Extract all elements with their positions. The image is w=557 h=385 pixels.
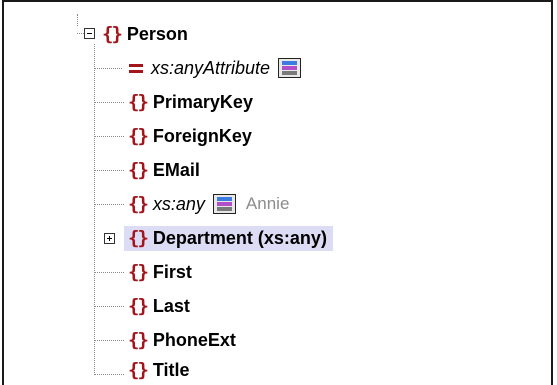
attribute-icon [129, 63, 143, 73]
node-label: Last [152, 295, 190, 316]
element-icon: {} [128, 124, 149, 147]
node-label: ForeignKey [152, 125, 252, 146]
tree-guide-line [77, 14, 78, 26]
element-icon: {} [128, 328, 149, 351]
node-label: PrimaryKey [152, 91, 253, 112]
node-label: Person [126, 23, 188, 44]
element-icon: {} [128, 192, 149, 215]
node-label: EMail [152, 159, 200, 180]
element-icon: {} [128, 90, 149, 113]
tree-guide-line [94, 44, 95, 375]
schema-tree: {} Person xs:anyAttribute {} PrimaryKey … [0, 0, 557, 385]
sample-value: Annie [245, 194, 290, 213]
node-label: First [152, 261, 192, 282]
tree-guide-line [94, 340, 124, 341]
selection-highlight: {} Department (xs:any) [124, 225, 333, 251]
element-icon: {} [128, 260, 149, 283]
node-label: Department (xs:any) [152, 227, 327, 248]
node-label: PhoneExt [152, 329, 236, 350]
tree-guide-line [94, 136, 124, 137]
tree-guide-line [94, 204, 124, 205]
wildcard-icon[interactable] [212, 194, 236, 214]
tree-guide-line [77, 33, 84, 34]
node-label: Title [152, 359, 190, 380]
tree-guide-line [94, 102, 124, 103]
tree-guide-line [94, 170, 124, 171]
element-icon: {} [102, 22, 123, 45]
tree-guide-line [94, 68, 122, 69]
element-icon: {} [128, 226, 149, 249]
node-label: xs:anyAttribute [151, 57, 271, 78]
node-label: xs:any [152, 193, 205, 214]
element-icon: {} [128, 358, 149, 381]
wildcard-icon[interactable] [278, 58, 302, 78]
collapse-toggle[interactable] [84, 28, 95, 39]
element-icon: {} [128, 158, 149, 181]
tree-guide-line [94, 272, 124, 273]
tree-guide-line [94, 306, 124, 307]
tree-guide-line [94, 374, 124, 375]
element-icon: {} [128, 294, 149, 317]
expand-toggle[interactable] [104, 233, 115, 244]
